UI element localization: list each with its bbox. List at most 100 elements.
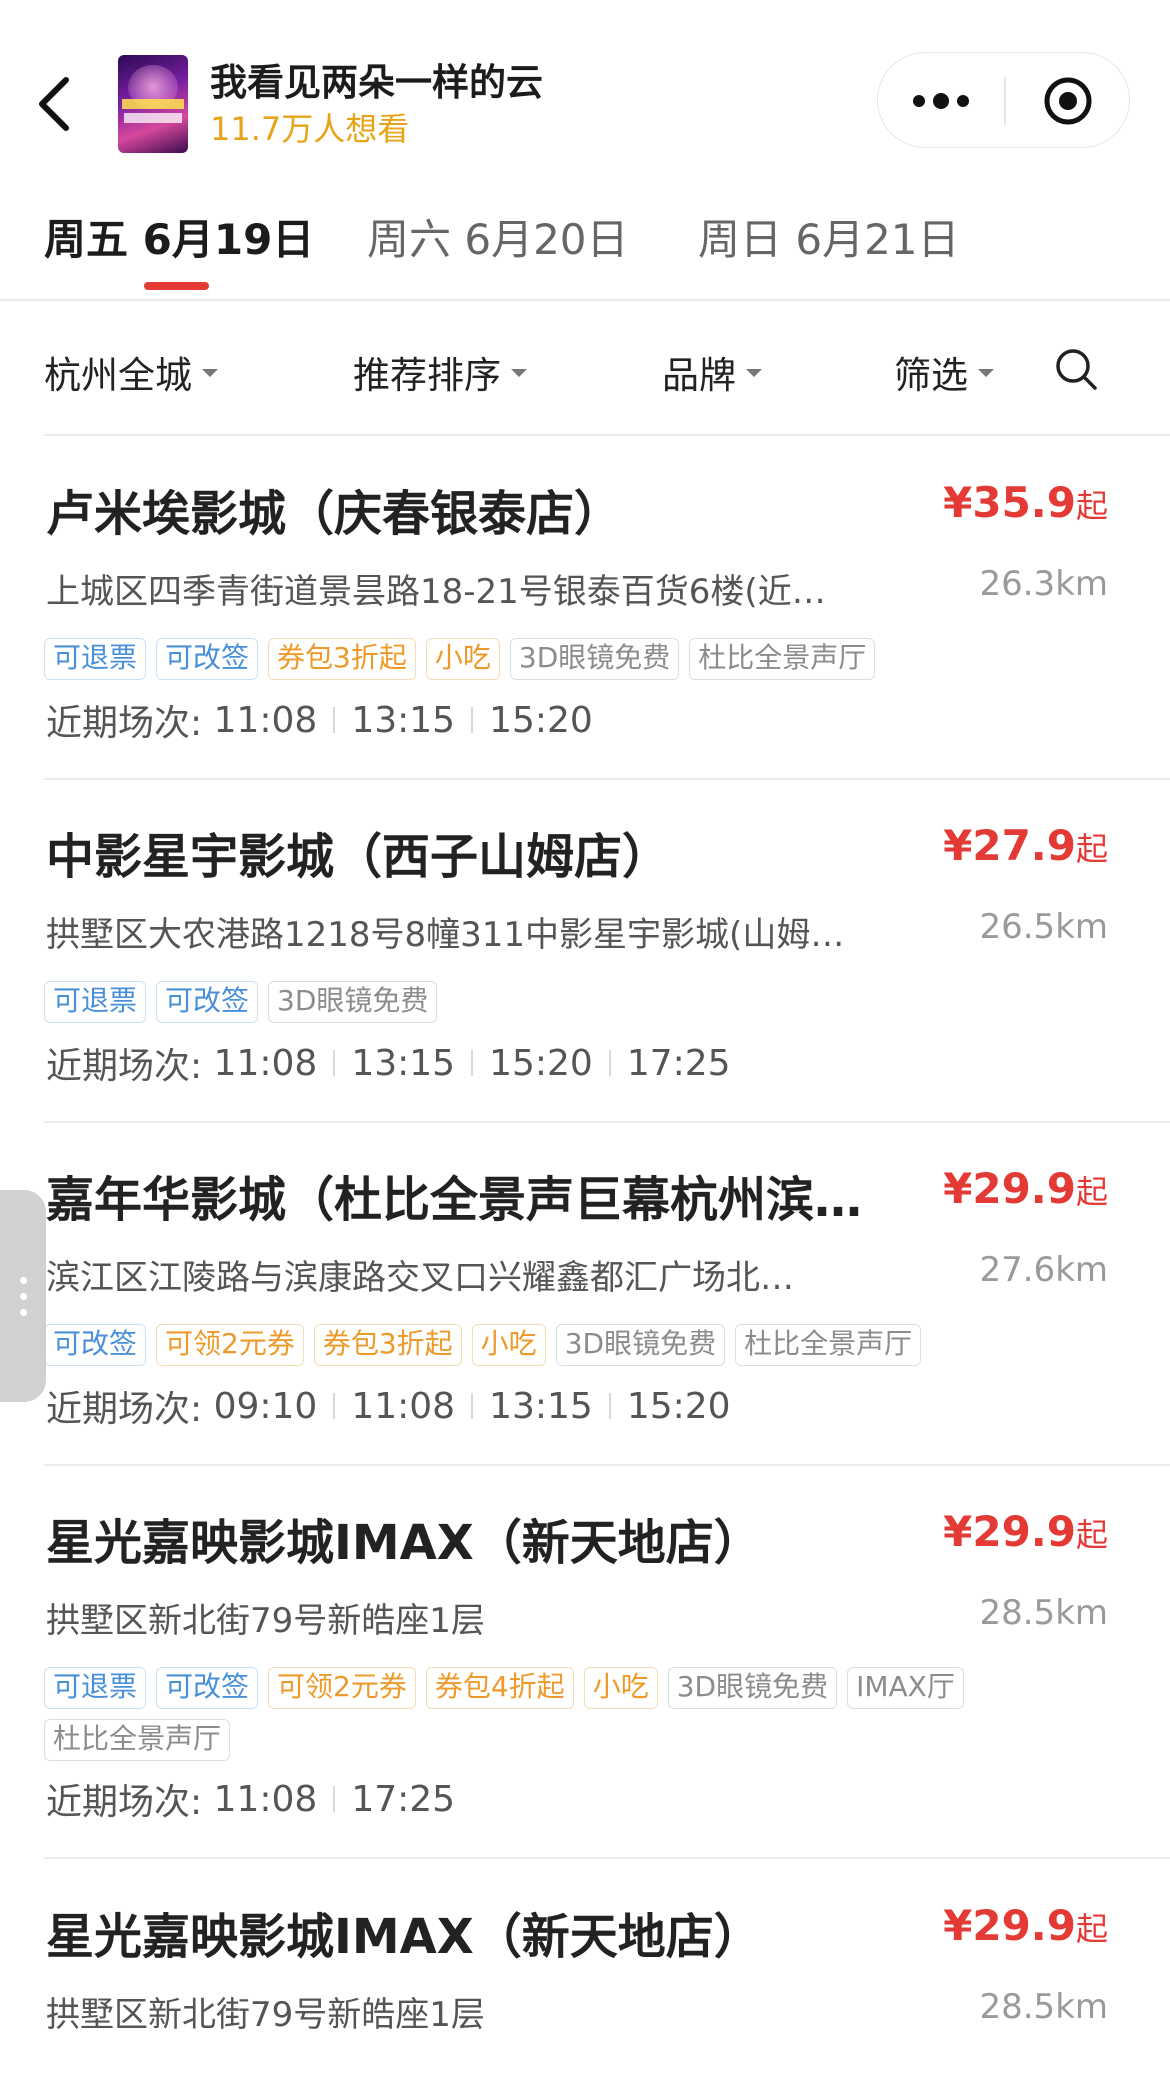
- sort-filter[interactable]: 推荐排序: [353, 345, 527, 399]
- city-filter[interactable]: 杭州全城: [44, 345, 218, 399]
- cinema-address: 上城区四季青街道景昙路18-21号银泰百货6楼(近…: [46, 572, 826, 612]
- movie-title: 我看见两朵一样的云: [210, 61, 543, 104]
- cinema-price: ¥27.9 起: [943, 821, 1108, 870]
- tag: 可退票: [44, 638, 147, 680]
- movie-poster[interactable]: [118, 55, 188, 153]
- showtime: 11:08: [213, 699, 318, 741]
- tag: 杜比全景声厅: [689, 638, 876, 680]
- more-filter-label: 筛选: [894, 354, 968, 397]
- handle-dot-icon: [19, 1276, 27, 1284]
- tag: 3D眼镜免费: [509, 638, 680, 680]
- mini-program-capsule: [877, 52, 1130, 148]
- cinema-distance: 26.5km: [979, 907, 1108, 947]
- more-filter[interactable]: 筛选: [894, 345, 994, 399]
- tab-date-0621[interactable]: 周日 6月21日: [698, 206, 960, 267]
- recent-showtimes: 近期场次: 11:08 17:25: [46, 1773, 455, 1825]
- showtimes-label: 近期场次:: [46, 1046, 203, 1087]
- tag: 可领2元券: [268, 1667, 416, 1709]
- cinema-tags: 可改签 可领2元券 券包3折起 小吃 3D眼镜免费 杜比全景声厅: [44, 1324, 1124, 1366]
- cinema-name: 星光嘉映影城IMAX（新天地店）: [46, 1909, 762, 1965]
- divider: [44, 1464, 1170, 1466]
- brand-filter-label: 品牌: [662, 354, 736, 397]
- cinema-price: ¥29.9 起: [943, 1901, 1108, 1950]
- tag: 可改签: [156, 638, 259, 680]
- tag: 小吃: [425, 638, 500, 680]
- more-dots-icon: [913, 93, 969, 109]
- handle-dot-icon: [19, 1292, 27, 1300]
- showtime: 15:20: [489, 1042, 593, 1084]
- top-bar: 我看见两朵一样的云 11.7万人想看: [0, 0, 1170, 170]
- tag: 可退票: [44, 981, 147, 1023]
- divider: [0, 299, 1170, 301]
- caret-down-icon: [202, 369, 218, 377]
- tag: IMAX厅: [847, 1667, 964, 1709]
- filter-bar: 杭州全城 推荐排序 品牌 筛选: [0, 305, 1170, 435]
- cinema-name: 嘉年华影城（杜比全景声巨幕杭州滨…: [46, 1172, 863, 1228]
- tag: 3D眼镜免费: [667, 1667, 838, 1709]
- cinema-tags: 可退票 可改签 券包3折起 小吃 3D眼镜免费 杜比全景声厅: [44, 638, 1124, 680]
- showtime: 13:15: [351, 699, 456, 741]
- divider: [44, 1857, 1170, 1859]
- sort-filter-label: 推荐排序: [353, 354, 501, 397]
- handle-dot-icon: [19, 1308, 27, 1316]
- cinema-item[interactable]: 中影星宇影城（西子山姆店） ¥27.9 起 拱墅区大农港路1218号8幢311中影…: [0, 817, 1170, 1117]
- cinema-tags: 可退票 可改签 可领2元券 券包4折起 小吃 3D眼镜免费 IMAX厅 杜比全景…: [44, 1667, 1124, 1761]
- cinema-address: 拱墅区新北街79号新皓座1层: [46, 1601, 485, 1641]
- cinema-price: ¥29.9 起: [943, 1507, 1108, 1556]
- tab-date-0619[interactable]: 周五 6月19日: [44, 206, 314, 267]
- tag: 3D眼镜免费: [268, 981, 438, 1023]
- date-tabs: 周五 6月19日 周六 6月20日 周日 6月21日: [0, 190, 1170, 300]
- cinema-price: ¥29.9 起: [943, 1164, 1108, 1213]
- tag: 可改签: [156, 981, 259, 1023]
- cinema-distance: 27.6km: [979, 1250, 1108, 1290]
- tag: 可改签: [156, 1667, 259, 1709]
- divider: [44, 778, 1170, 780]
- tag: 券包3折起: [268, 638, 416, 680]
- close-mini-program-button[interactable]: [1005, 53, 1131, 149]
- cinema-tags: 可退票 可改签 3D眼镜免费: [44, 981, 1124, 1023]
- back-button[interactable]: [24, 62, 84, 146]
- close-target-icon: [1044, 77, 1092, 125]
- search-button[interactable]: [1052, 345, 1100, 393]
- floating-side-handle[interactable]: [0, 1190, 46, 1402]
- tag: 可退票: [44, 1667, 147, 1709]
- more-button[interactable]: [878, 53, 1004, 149]
- cinema-distance: 28.5km: [979, 1593, 1108, 1633]
- tag: 小吃: [471, 1324, 546, 1366]
- cinema-item[interactable]: 卢米埃影城（庆春银泰店） ¥35.9 起 上城区四季青街道景昙路18-21号银泰百…: [0, 474, 1170, 774]
- showtime: 17:25: [351, 1778, 456, 1820]
- showtime: 15:20: [489, 699, 593, 741]
- caret-down-icon: [511, 369, 527, 377]
- showtime: 11:08: [351, 1385, 456, 1427]
- showtimes-label: 近期场次:: [46, 703, 203, 744]
- tag: 杜比全景声厅: [735, 1324, 922, 1366]
- search-icon: [1056, 349, 1097, 390]
- caret-down-icon: [746, 369, 762, 377]
- recent-showtimes: 近期场次: 11:08 13:15 15:20 17:25: [46, 1037, 731, 1089]
- cinema-item[interactable]: 嘉年华影城（杜比全景声巨幕杭州滨… ¥29.9 起 滨江区江陵路与滨康路交叉口兴耀…: [0, 1160, 1170, 1460]
- divider: [44, 434, 1170, 436]
- cinema-item[interactable]: 星光嘉映影城IMAX（新天地店） ¥29.9 起 拱墅区新北街79号新皓座1层 2…: [0, 1503, 1170, 1853]
- tag: 杜比全景声厅: [44, 1719, 231, 1761]
- caret-down-icon: [978, 369, 994, 377]
- brand-filter[interactable]: 品牌: [662, 345, 762, 399]
- tag: 小吃: [583, 1667, 658, 1709]
- showtime: 11:08: [213, 1778, 318, 1820]
- cinema-name: 卢米埃影城（庆春银泰店）: [46, 486, 623, 542]
- showtime: 15:20: [626, 1385, 731, 1427]
- cinema-item[interactable]: 星光嘉映影城IMAX（新天地店） ¥29.9 起 拱墅区新北街79号新皓座1层 2…: [0, 1897, 1170, 2080]
- tab-date-0620[interactable]: 周六 6月20日: [367, 206, 629, 267]
- recent-showtimes: 近期场次: 09:10 11:08 13:15 15:20: [46, 1380, 731, 1432]
- showtime: 13:15: [489, 1385, 593, 1427]
- recent-showtimes: 近期场次: 11:08 13:15 15:20: [46, 694, 593, 746]
- showtimes-label: 近期场次:: [46, 1389, 203, 1430]
- cinema-address: 拱墅区新北街79号新皓座1层: [46, 1995, 485, 2035]
- cinema-address: 拱墅区大农港路1218号8幢311中影星宇影城(山姆…: [46, 915, 845, 955]
- cinema-distance: 28.5km: [979, 1987, 1108, 2027]
- back-arrow-icon: [39, 77, 69, 131]
- showtimes-label: 近期场次:: [46, 1782, 203, 1823]
- cinema-name: 中影星宇影城（西子山姆店）: [46, 829, 671, 885]
- tag: 可改签: [44, 1324, 147, 1366]
- showtime: 11:08: [213, 1042, 318, 1084]
- showtime: 13:15: [351, 1042, 456, 1084]
